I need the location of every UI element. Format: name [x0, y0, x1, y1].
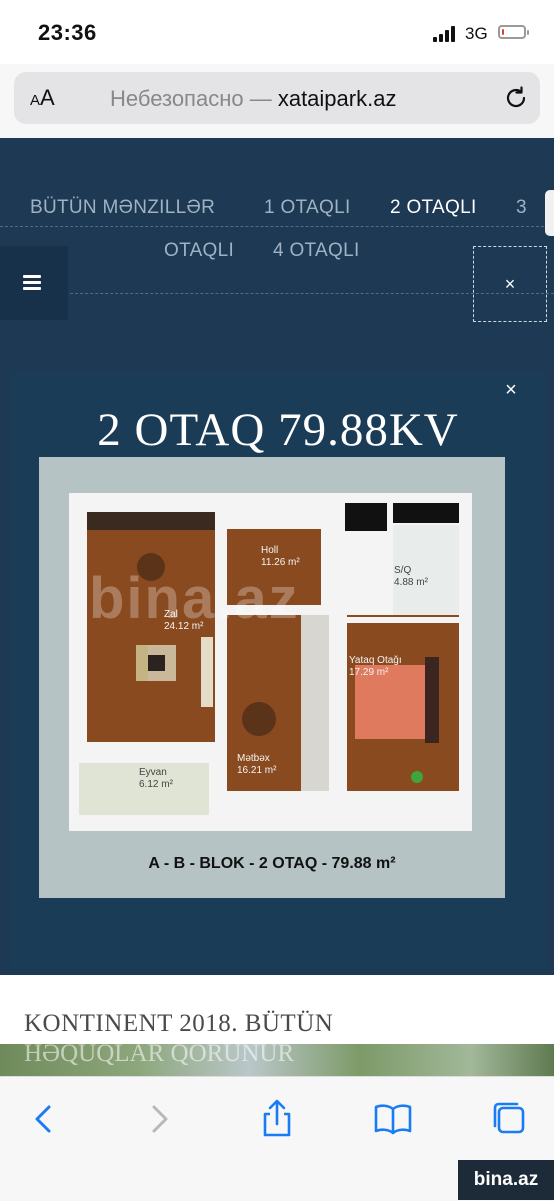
reload-icon[interactable]	[502, 84, 530, 112]
floor-plan-image: bina.az Zal 24.12 m² Holl 11.26 m² S/Q 4.88…	[39, 457, 505, 898]
site-watermark: bina.az	[458, 1160, 554, 1200]
apartment-filter-menu: BÜTÜN MƏNZILLƏR 1 OTAQLI 2 OTAQLI 3 OTAQ…	[0, 138, 554, 328]
nav-item-3-room-cont[interactable]: OTAQLI	[164, 240, 234, 262]
divider	[0, 226, 554, 227]
url-security-prefix: Небезопасно —	[110, 86, 278, 111]
side-tab[interactable]	[545, 190, 554, 236]
room-label-sq: S/Q 4.88 m²	[394, 565, 428, 588]
nav-item-2-room[interactable]: 2 OTAQLI	[390, 197, 477, 219]
room-label-holl: Holl 11.26 m²	[261, 545, 300, 568]
network-type: 3G	[465, 24, 488, 43]
battery-icon	[498, 25, 529, 39]
article-title: KONTINENT 2018. BÜTÜN	[24, 1010, 334, 1037]
back-icon[interactable]	[22, 1097, 66, 1141]
forward-icon[interactable]	[137, 1097, 181, 1141]
nav-item-1-room[interactable]: 1 OTAQLI	[264, 197, 351, 219]
address-bar[interactable]: AA Небезопасно — xataipark.az	[14, 72, 540, 124]
modal-close-button[interactable]: ×	[496, 375, 526, 405]
nav-item-4-room[interactable]: 4 OTAQLI	[273, 240, 360, 262]
text-size-button[interactable]: AA	[30, 85, 55, 111]
divider	[0, 293, 554, 294]
nav-item-all-apartments[interactable]: BÜTÜN MƏNZILLƏR	[30, 197, 215, 219]
plan-caption: A - B - BLOK - 2 OTAQ - 79.88 m²	[148, 855, 396, 872]
modal-title: 2 OTAQ 79.88KV	[97, 404, 459, 456]
room-label-eyvan: Eyvan 6.12 m²	[139, 767, 173, 790]
floor-plan-drawing	[69, 493, 472, 831]
battery-level	[502, 29, 504, 35]
browser-address-area: AA Небезопасно — xataipark.az	[0, 64, 554, 138]
url-domain: xataipark.az	[277, 86, 397, 111]
room-label-yataq: Yataq Otağı 17.29 m²	[349, 655, 402, 678]
status-bar: 23:36 3G	[0, 0, 554, 64]
nav-item-3-room[interactable]: 3	[516, 197, 527, 219]
room-label-zal: Zal 24.12 m²	[164, 609, 204, 632]
url-display[interactable]: Небезопасно — xataipark.az	[110, 86, 396, 112]
bookmarks-icon[interactable]	[371, 1097, 415, 1141]
share-icon[interactable]	[255, 1097, 299, 1141]
web-page: BÜTÜN MƏNZILLƏR 1 OTAQLI 2 OTAQLI 3 OTAQ…	[0, 138, 554, 975]
floor-plan-modal: × 2 OTAQ 79.88KV bina.az Zal 24.12 m² Ho…	[10, 371, 546, 968]
status-time: 23:36	[38, 20, 97, 45]
room-label-matbax: Mətbəx 16.21 m²	[237, 753, 277, 776]
hamburger-menu-icon[interactable]	[0, 246, 68, 320]
tabs-icon[interactable]	[488, 1097, 532, 1141]
article-title-line2: HƏQUQLAR QORUNUR	[24, 1040, 295, 1067]
nav-close-button[interactable]: ×	[473, 246, 547, 322]
signal-strength-icon	[433, 26, 457, 42]
